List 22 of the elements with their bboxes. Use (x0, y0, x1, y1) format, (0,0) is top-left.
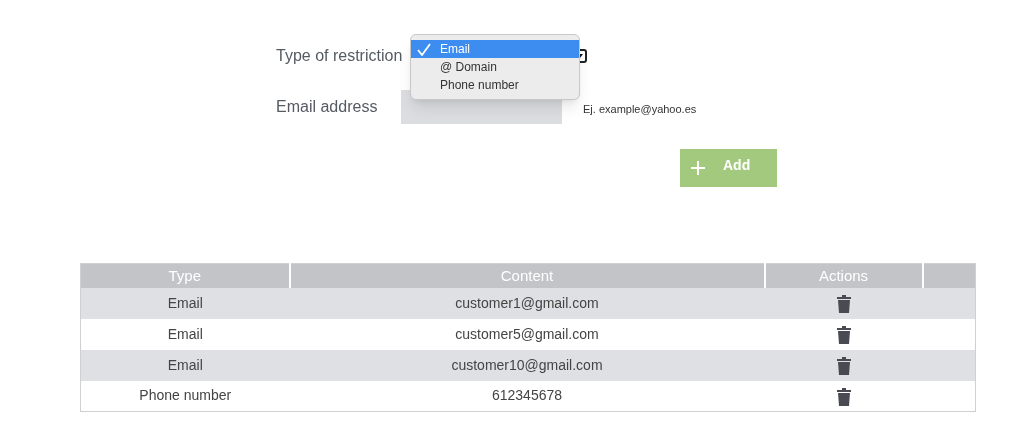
table-cell: Email (167, 325, 203, 342)
table-cell: Email (167, 356, 203, 373)
table-cell: Phone number (139, 387, 232, 404)
table-cell: Email (167, 294, 203, 311)
menu-item[interactable]: Phone number (411, 76, 579, 94)
plus-icon (690, 160, 706, 176)
column-header: Actions (818, 266, 869, 284)
table-cell: 612345678 (491, 387, 563, 404)
table-cell: customer1@gmail.com (455, 294, 599, 311)
column-header: Content (500, 266, 554, 284)
menu-item[interactable]: @ Domain (411, 58, 579, 76)
trash-icon[interactable] (836, 387, 851, 406)
field-label: Type of restriction (276, 46, 403, 66)
field-label: Email address (276, 97, 379, 117)
table-cell: customer5@gmail.com (455, 325, 599, 342)
trash-icon[interactable] (836, 325, 851, 344)
trash-icon[interactable] (836, 356, 851, 375)
column-header: Type (168, 266, 201, 284)
table-cell: customer10@gmail.com (451, 356, 603, 373)
hint-text: Ej. example@yahoo.es (583, 101, 697, 117)
check-icon (417, 42, 431, 56)
trash-icon[interactable] (836, 294, 851, 313)
